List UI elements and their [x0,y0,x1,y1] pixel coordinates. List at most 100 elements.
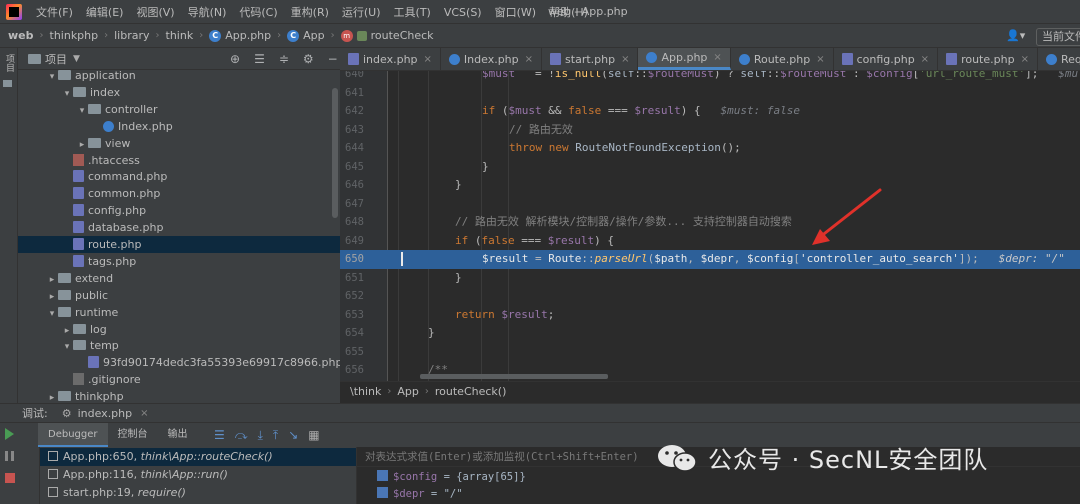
close-icon[interactable]: × [140,408,148,419]
code-line[interactable]: 655 [340,343,1080,362]
tree-item[interactable]: .htaccess [18,152,340,169]
project-stripe-button[interactable]: 项目 [3,54,15,87]
step-into-icon[interactable]: ⤓ [258,428,263,443]
tree-item[interactable]: ▾ application [18,70,340,84]
close-icon[interactable]: × [921,54,929,65]
code-line[interactable]: 648 // 路由无效 解析模块/控制器/操作/参数... 支持控制器自动搜索 [340,213,1080,232]
editor-tab[interactable]: index.php × [340,48,441,70]
variable-row[interactable]: $config = {array[65]} [377,469,526,486]
debug-tab[interactable]: Debugger [38,423,108,447]
code-line[interactable]: 652 [340,287,1080,306]
code-editor[interactable]: 640 $must = !is_null(self::$routeMust) ? … [340,71,1080,381]
evaluate-icon[interactable]: ▦ [308,428,319,443]
tree-item[interactable]: ▸ public [18,287,340,304]
code-line[interactable]: 640 $must = !is_null(self::$routeMust) ? … [340,71,1080,84]
close-icon[interactable]: × [621,54,629,65]
project-tree-scrollbar[interactable] [332,88,338,218]
minimize-icon[interactable]: − [328,52,338,66]
current-execution-line[interactable]: 650 $result = Route::parseUrl($path, $dep… [340,250,1080,269]
nav-crumb-method[interactable]: m routeCheck [340,29,434,42]
code-line[interactable]: 647 [340,195,1080,214]
debug-tab[interactable]: 输出 [158,423,198,447]
expand-icon[interactable]: ≑ [279,52,289,66]
code-line[interactable]: 644 throw new RouteNotFoundException(); [340,139,1080,158]
step-over-icon[interactable]: ⤼ [235,428,248,443]
nav-crumb-thinkphp[interactable]: thinkphp [50,29,99,42]
stack-frame[interactable]: App.php:116, think\App::run() [40,466,356,484]
code-line[interactable]: 643 // 路由无效 [340,121,1080,140]
code-line[interactable]: 642 if ($must && false === $result) { $mu… [340,102,1080,121]
close-icon[interactable]: × [713,52,721,63]
debug-config-tab[interactable]: index.php [78,407,133,420]
tree-item[interactable]: ▸ view [18,135,340,152]
stop-icon[interactable] [5,473,15,483]
menu-item-8[interactable]: VCS(S) [444,6,482,19]
code-line[interactable]: 651} [340,269,1080,288]
nav-crumb-think[interactable]: think [166,29,194,42]
editor-horizontal-scrollbar[interactable] [420,374,608,379]
editor-tab[interactable]: route.php × [938,48,1038,70]
tree-item[interactable]: tags.php [18,253,340,270]
code-line[interactable]: 645} [340,158,1080,177]
close-icon[interactable]: × [424,54,432,65]
menu-item-9[interactable]: 窗口(W) [495,4,536,20]
tree-item[interactable]: route.php [18,236,340,253]
variable-row[interactable]: $depr = "/" [377,486,463,503]
close-icon[interactable]: × [1021,54,1029,65]
breadcrumb-method[interactable]: routeCheck() [435,385,506,398]
tree-item[interactable]: ▸ thinkphp [18,388,340,403]
close-icon[interactable]: × [525,54,533,65]
code-line[interactable]: 654} [340,324,1080,343]
nav-crumb-class[interactable]: C App [287,29,325,42]
breadcrumb-class[interactable]: App [397,385,419,398]
breadcrumb-namespace[interactable]: \think [350,385,381,398]
tree-item[interactable]: ▸ log [18,321,340,338]
nav-crumb-library[interactable]: library [114,29,149,42]
tree-item[interactable]: command.php [18,168,340,185]
editor-tab[interactable]: Index.php × [441,48,543,70]
run-to-cursor-icon[interactable]: ↘ [288,428,298,443]
tree-item[interactable]: config.php [18,202,340,219]
tree-item[interactable]: .gitignore [18,371,340,388]
menu-item-0[interactable]: 文件(F) [36,4,73,20]
editor-tab[interactable]: Route.php × [731,48,834,70]
tree-item[interactable]: ▾ runtime [18,304,340,321]
menu-item-5[interactable]: 重构(R) [291,4,329,20]
tree-item[interactable]: database.php [18,219,340,236]
editor-tab[interactable]: App.php × [638,48,731,70]
chevron-down-icon[interactable]: ▼ [73,54,80,64]
nav-crumb-file[interactable]: C App.php [209,29,271,42]
editor-tab[interactable]: Request.php× [1038,48,1080,70]
code-line[interactable]: 653 return $result; [340,306,1080,325]
tree-item[interactable]: ▾ controller [18,101,340,118]
tree-item[interactable]: ▾ index [18,84,340,101]
run-config-selector[interactable]: 当前文件 [1036,28,1080,46]
code-line[interactable]: 649 if (false === $result) { [340,232,1080,251]
menu-item-7[interactable]: 工具(T) [394,4,431,20]
locate-icon[interactable]: ⊕ [230,52,240,66]
close-icon[interactable]: × [816,54,824,65]
code-line[interactable]: 646} [340,176,1080,195]
collapse-all-icon[interactable]: ☰ [254,52,265,66]
editor-tab[interactable]: config.php × [834,48,939,70]
menu-item-3[interactable]: 导航(N) [188,4,227,20]
tree-item[interactable]: Index.php [18,118,340,135]
menu-item-4[interactable]: 代码(C) [239,4,277,20]
nav-crumb-project[interactable]: web [8,29,34,42]
tree-item[interactable]: ▾ temp [18,337,340,354]
editor-tab[interactable]: start.php × [542,48,639,70]
step-out-icon[interactable]: ⤒ [273,428,278,443]
user-icon[interactable]: 👤▾ [1006,29,1025,42]
tree-item[interactable]: ▸ extend [18,270,340,287]
menu-item-1[interactable]: 编辑(E) [86,4,124,20]
stack-frame[interactable]: App.php:650, think\App::routeCheck() [40,448,356,466]
tree-item[interactable]: common.php [18,185,340,202]
pause-icon[interactable] [5,451,14,461]
code-line[interactable]: 641 [340,84,1080,103]
menu-item-2[interactable]: 视图(V) [136,4,174,20]
resume-icon[interactable] [5,428,14,440]
debug-tab[interactable]: 控制台 [108,423,158,447]
tree-item[interactable]: 93fd90174dedc3fa55393e69917c8966.php [18,354,340,371]
gear-icon[interactable]: ⚙ [303,52,314,66]
project-title[interactable]: 项目 [45,51,67,67]
